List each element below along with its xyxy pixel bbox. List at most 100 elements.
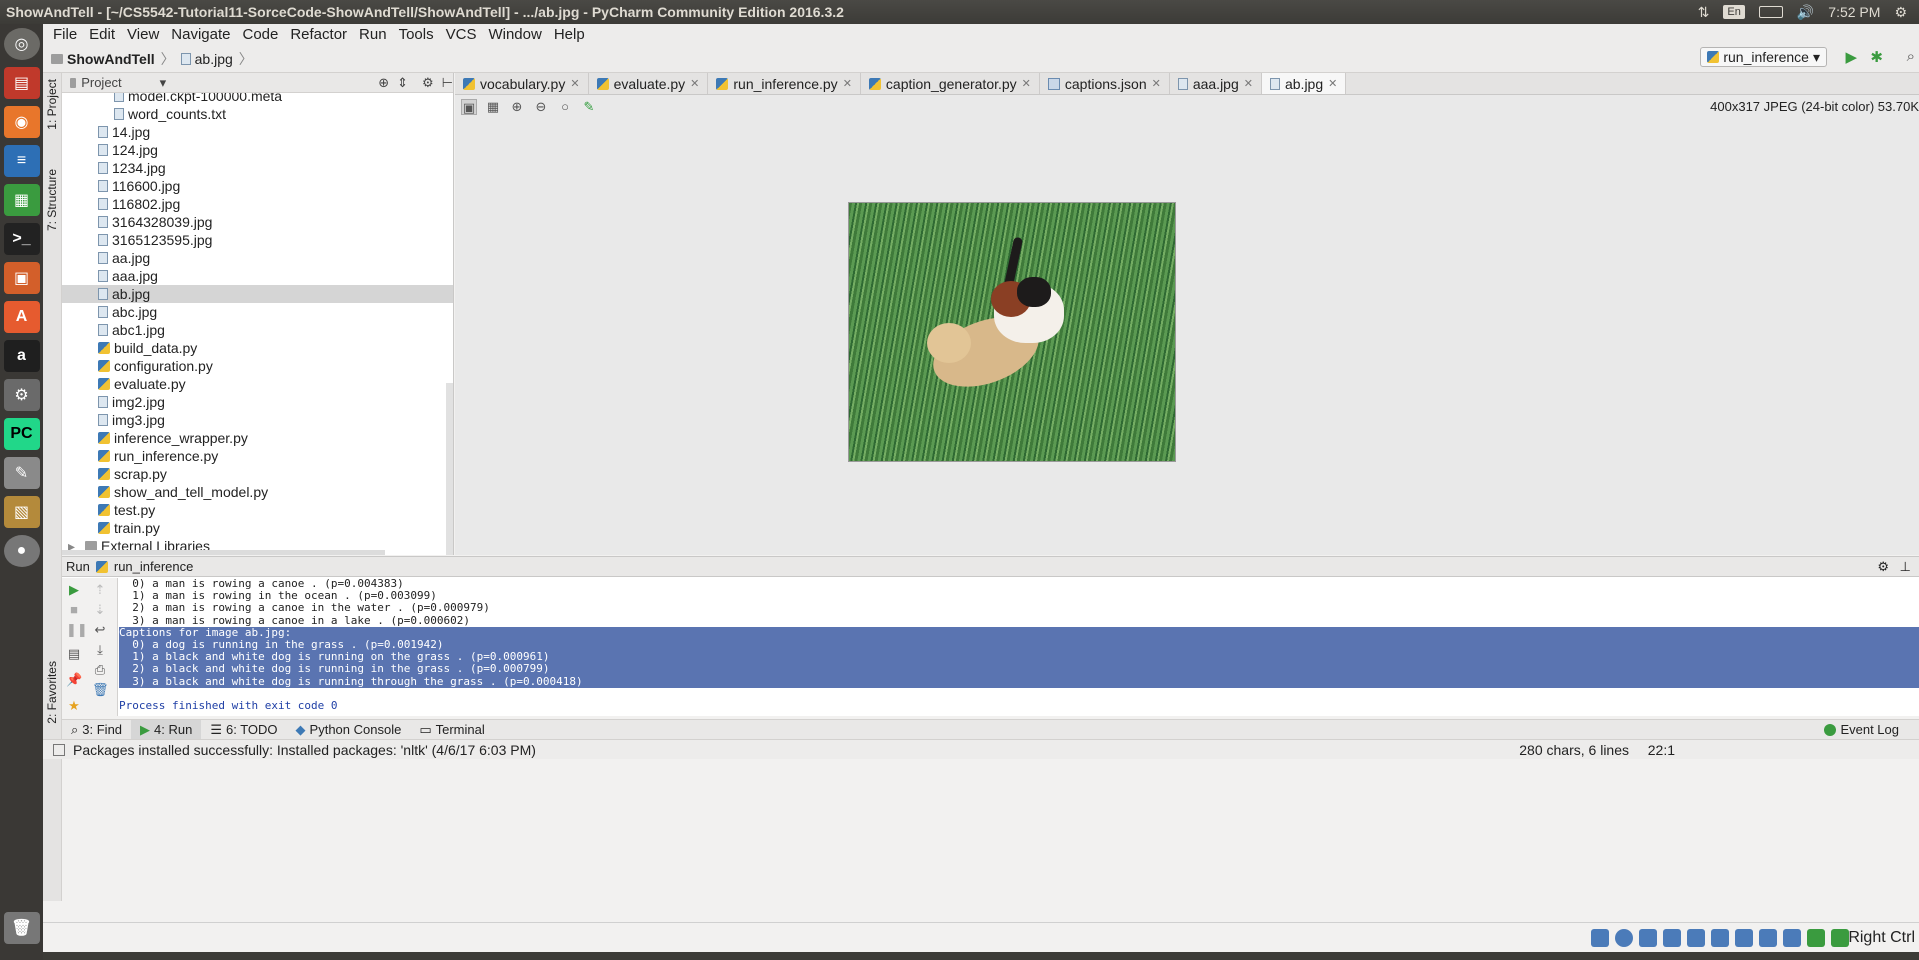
editor-tab[interactable]: caption_generator.py ✕	[861, 73, 1040, 94]
restore-layout-icon[interactable]: ▤	[66, 646, 82, 662]
capture-icon[interactable]	[1759, 929, 1777, 947]
files-icon[interactable]: ▤	[3, 67, 40, 99]
menu-window[interactable]: Window	[482, 26, 547, 43]
breadcrumb-project[interactable]: ShowAndTell	[51, 51, 155, 67]
menu-edit[interactable]: Edit	[83, 26, 121, 43]
gear-icon[interactable]: ⚙	[422, 75, 434, 91]
close-icon[interactable]: ✕	[1244, 77, 1253, 90]
shared-folder-icon[interactable]	[1711, 929, 1729, 947]
status-message[interactable]: Packages installed successfully: Install…	[73, 742, 536, 758]
editor-tab[interactable]: run_inference.py ✕	[708, 73, 861, 94]
tree-horizontal-scrollbar[interactable]	[62, 550, 385, 555]
tree-item[interactable]: run_inference.py	[62, 447, 453, 465]
tree-item[interactable]: configuration.py	[62, 357, 453, 375]
tool-tab[interactable]: ◆ Python Console	[287, 720, 411, 740]
cpu-icon[interactable]	[1783, 929, 1801, 947]
clear-all-icon[interactable]: 🗑	[92, 682, 109, 698]
tree-scrollbar[interactable]	[446, 383, 453, 555]
menu-tools[interactable]: Tools	[393, 26, 440, 43]
tree-item[interactable]: img3.jpg	[62, 411, 453, 429]
chevron-down-icon[interactable]: ▾	[160, 75, 167, 91]
run-button[interactable]: ▶	[1845, 48, 1857, 66]
usb-icon[interactable]	[1687, 929, 1705, 947]
tree-item[interactable]: 116600.jpg	[62, 177, 453, 195]
tree-item[interactable]: abc1.jpg	[62, 321, 453, 339]
pin-icon[interactable]: 📌	[66, 672, 82, 688]
dvd-icon[interactable]: ●	[3, 535, 40, 567]
optical-drive-icon[interactable]	[1615, 929, 1633, 947]
run-config-tab[interactable]: run_inference	[114, 559, 194, 574]
up-icon[interactable]: ⇡	[92, 582, 108, 598]
network-icon[interactable]: ⇅	[1698, 4, 1710, 21]
stop-icon[interactable]: ■	[66, 602, 82, 618]
hide-icon[interactable]: ⊥	[1900, 559, 1911, 575]
tree-item[interactable]: evaluate.py	[62, 375, 453, 393]
menu-view[interactable]: View	[121, 26, 165, 43]
gear-icon[interactable]: ⚙	[1877, 559, 1889, 575]
volume-icon[interactable]: 🔊	[1797, 4, 1814, 21]
menu-navigate[interactable]: Navigate	[165, 26, 236, 43]
storage-icon[interactable]	[1591, 929, 1609, 947]
menu-code[interactable]: Code	[236, 26, 284, 43]
collapse-icon[interactable]: ⇕	[397, 75, 408, 91]
tree-item[interactable]: 14.jpg	[62, 123, 453, 141]
tree-item[interactable]: 124.jpg	[62, 141, 453, 159]
tree-item[interactable]: 3164328039.jpg	[62, 213, 453, 231]
tree-item[interactable]: ab.jpg	[62, 285, 453, 303]
tool-tab[interactable]: ▭ Terminal	[410, 720, 493, 740]
sync-icon[interactable]: ⊕	[378, 75, 389, 91]
tree-item[interactable]: show_and_tell_model.py	[62, 483, 453, 501]
debug-button[interactable]: ✱	[1870, 48, 1883, 66]
chessboard-icon[interactable]: ▣	[461, 99, 477, 115]
tool-tab[interactable]: ☰ 6: TODO	[201, 720, 286, 740]
close-icon[interactable]: ✕	[690, 77, 699, 90]
calc-icon[interactable]: ▦	[3, 184, 40, 216]
editor-tab[interactable]: aaa.jpg ✕	[1170, 73, 1262, 94]
favorites-star-icon[interactable]: ★	[66, 698, 82, 714]
close-icon[interactable]: ✕	[1328, 77, 1337, 90]
impress-icon[interactable]: ▣	[3, 262, 40, 294]
settings-gear-icon[interactable]: ⚙	[1894, 4, 1907, 21]
menu-file[interactable]: File	[47, 26, 83, 43]
terminal-icon[interactable]: >_	[3, 223, 40, 255]
keyboard-icon[interactable]	[1831, 929, 1849, 947]
tool-tab[interactable]: ▶ 4: Run	[131, 719, 202, 740]
menu-vcs[interactable]: VCS	[440, 26, 483, 43]
tree-item[interactable]: 3165123595.jpg	[62, 231, 453, 249]
zoom-in-icon[interactable]: ⊕	[509, 99, 525, 115]
soft-wrap-icon[interactable]: ↩	[92, 622, 108, 638]
tree-item[interactable]: aaa.jpg	[62, 267, 453, 285]
pause-icon[interactable]: ❚❚	[66, 622, 88, 638]
tab-structure[interactable]: 7: Structure	[45, 169, 59, 231]
clock[interactable]: 7:52 PM	[1828, 4, 1880, 20]
caret-position[interactable]: 22:1	[1648, 742, 1675, 758]
tree-item[interactable]: aa.jpg	[62, 249, 453, 267]
event-log-button[interactable]: Event Log	[1824, 722, 1899, 737]
tab-project[interactable]: 1: Project	[45, 79, 59, 130]
toggle-tool-windows-icon[interactable]	[53, 743, 65, 756]
color-picker-icon[interactable]: ✎	[581, 99, 597, 115]
tree-item[interactable]: 116802.jpg	[62, 195, 453, 213]
trash-icon[interactable]: 🗑	[3, 912, 40, 944]
tree-item[interactable]: train.py	[62, 519, 453, 537]
editor-tab[interactable]: evaluate.py ✕	[589, 73, 709, 94]
close-icon[interactable]: ✕	[570, 77, 579, 90]
tree-item[interactable]: word_counts.txt	[62, 105, 453, 123]
rerun-icon[interactable]: ▶	[66, 582, 82, 598]
tree-item[interactable]: inference_wrapper.py	[62, 429, 453, 447]
console-output[interactable]: 0) a man is rowing a canoe . (p=0.004383…	[119, 578, 1919, 716]
tree-item[interactable]: build_data.py	[62, 339, 453, 357]
writer-icon[interactable]: ≡	[3, 145, 40, 177]
audio-icon[interactable]	[1639, 929, 1657, 947]
scroll-to-end-icon[interactable]: ⤓	[92, 642, 108, 658]
keyboard-layout-indicator[interactable]: En	[1723, 5, 1745, 19]
tab-favorites[interactable]: 2: Favorites	[45, 661, 59, 724]
down-icon[interactable]: ⇣	[92, 602, 108, 618]
breadcrumb-file[interactable]: ab.jpg	[180, 51, 233, 67]
dash-home-icon[interactable]: ◎	[3, 28, 40, 60]
software-center-icon[interactable]: A	[3, 301, 40, 333]
editor-tab[interactable]: ab.jpg ✕	[1261, 73, 1347, 94]
editor-tab[interactable]: vocabulary.py ✕	[455, 73, 589, 94]
actual-size-icon[interactable]: ○	[557, 99, 573, 115]
tree-item[interactable]: test.py	[62, 501, 453, 519]
